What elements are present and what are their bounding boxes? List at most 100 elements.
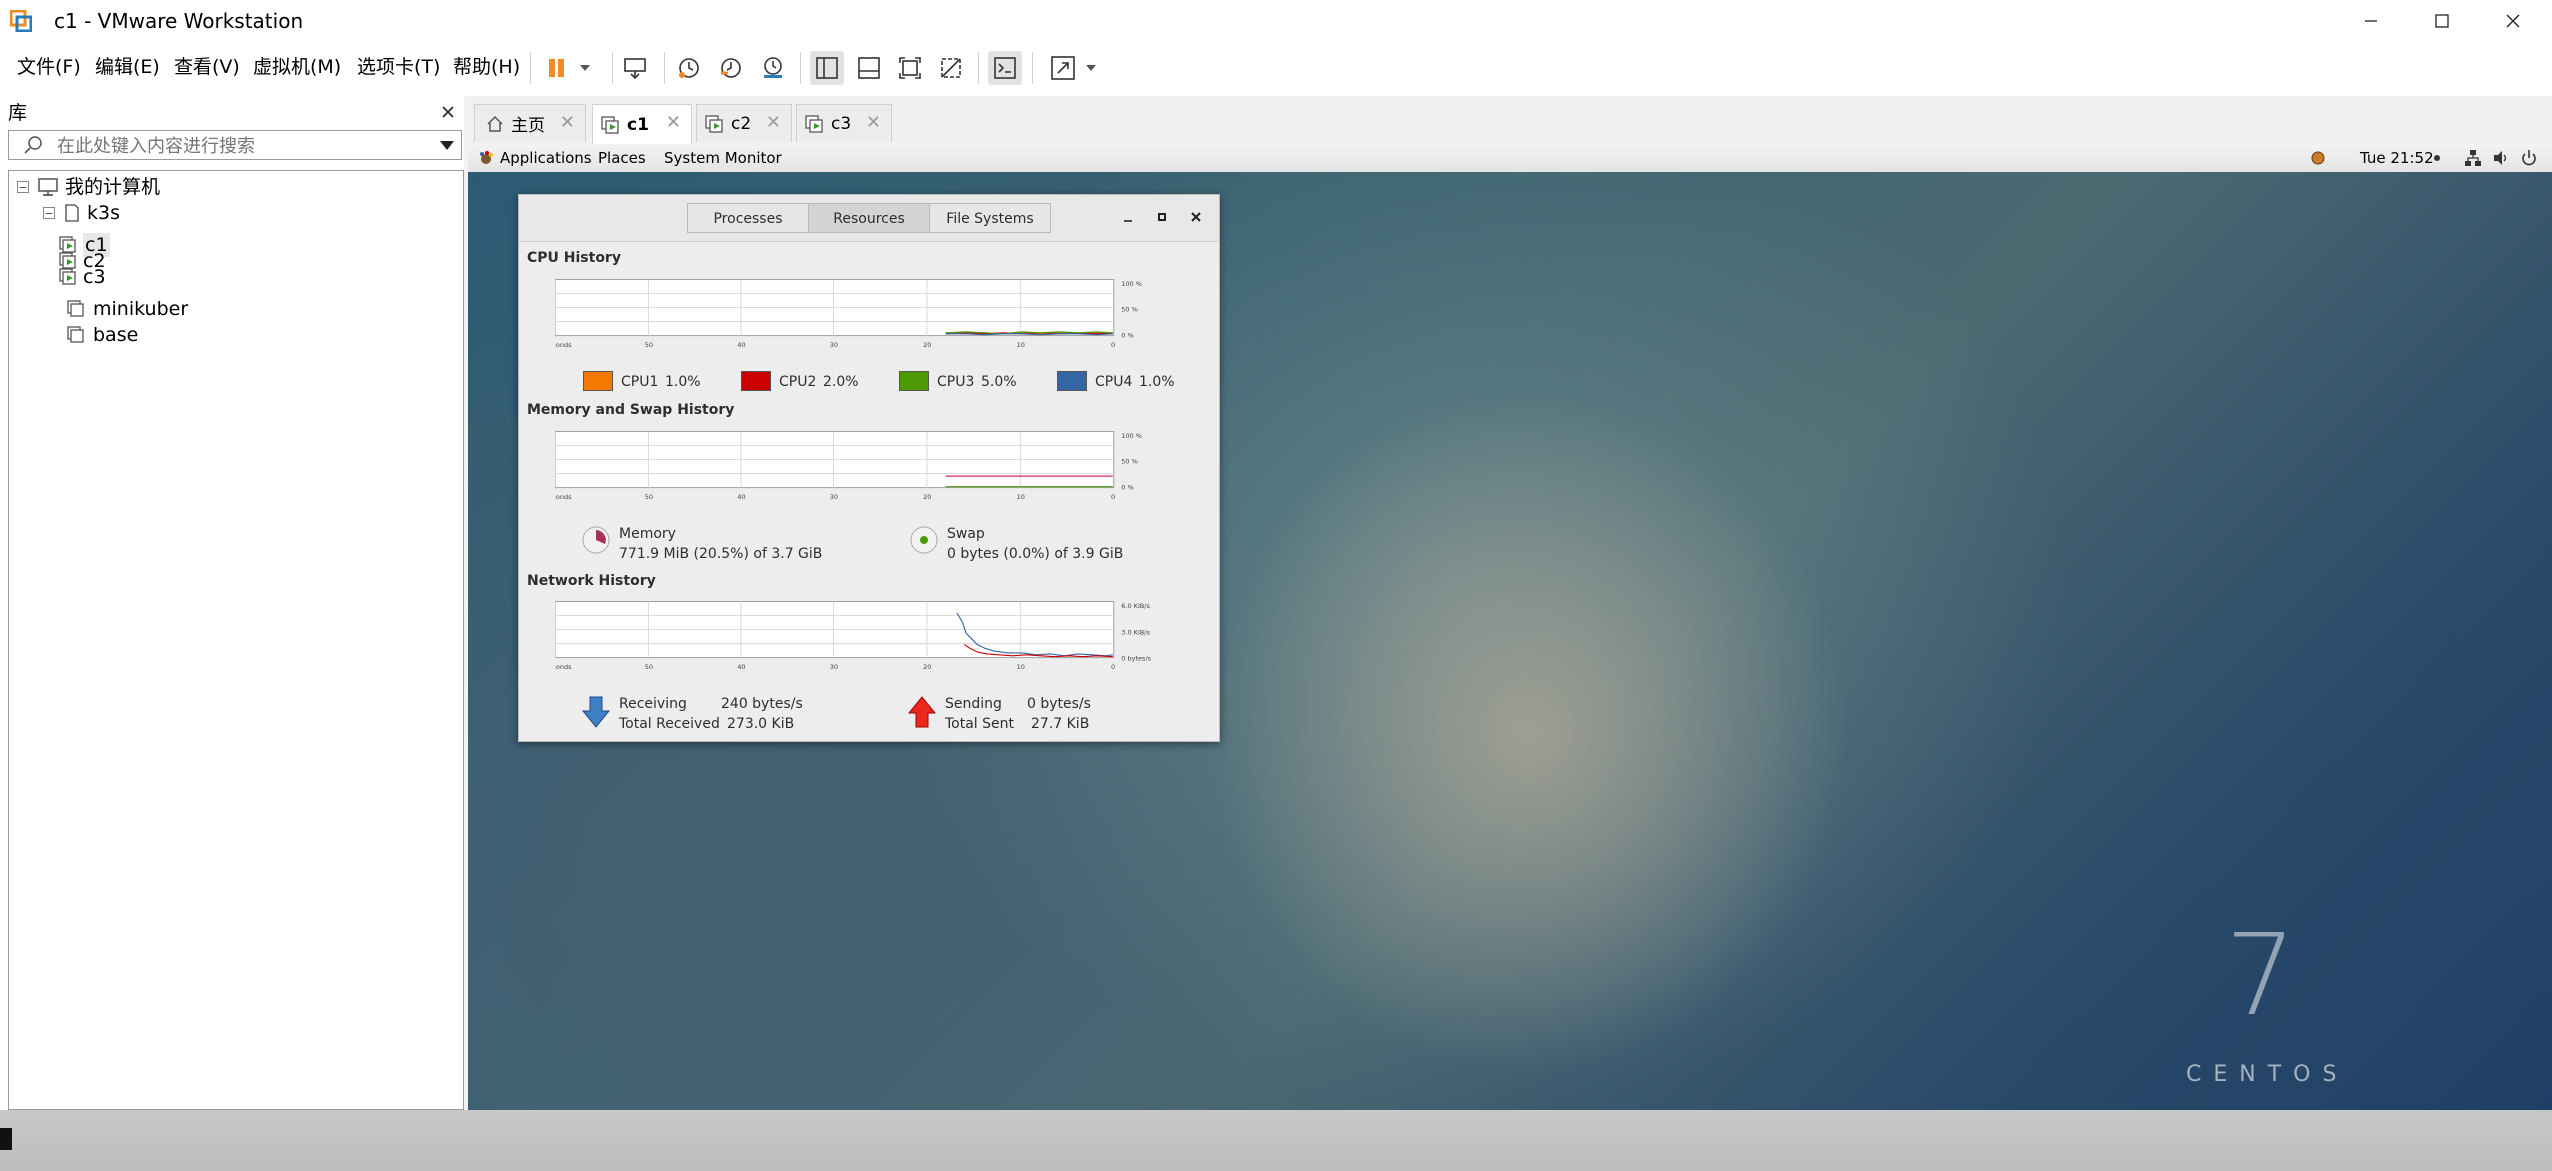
snapshot-button[interactable] bbox=[672, 51, 706, 85]
cpu2-color-swatch[interactable] bbox=[741, 371, 771, 391]
volume-icon[interactable] bbox=[2492, 149, 2510, 167]
cpu4-value: 1.0% bbox=[1139, 374, 1175, 390]
sm-close-button[interactable] bbox=[1183, 205, 1209, 231]
vm-guest-screen[interactable]: Applications Places System Monitor Tue 2… bbox=[468, 144, 2552, 1110]
x-tick: 40 bbox=[737, 493, 745, 501]
power-dropdown-button[interactable] bbox=[570, 51, 600, 85]
x-tick: 50 bbox=[645, 663, 653, 671]
tab-file-systems[interactable]: File Systems bbox=[929, 203, 1051, 233]
send-ctrl-alt-del-button[interactable] bbox=[618, 51, 652, 85]
cpu1-color-swatch[interactable] bbox=[583, 371, 613, 391]
memory-history-title: Memory and Swap History bbox=[527, 402, 735, 418]
power-icon[interactable] bbox=[2520, 149, 2538, 167]
y-tick: 6.0 KiB/s bbox=[1121, 602, 1150, 610]
library-search-input[interactable] bbox=[55, 133, 419, 159]
vm-tab-strip: 主页 ✕ c1 ✕ c2 ✕ c3 ✕ bbox=[468, 96, 2552, 144]
stretch-icon bbox=[1051, 56, 1075, 80]
y-tick: 0 bytes/s bbox=[1121, 654, 1151, 662]
clock[interactable]: Tue 21:52 bbox=[2360, 148, 2434, 168]
tree-item-my-computer[interactable]: − 我的计算机 bbox=[17, 175, 160, 199]
collapse-icon[interactable]: − bbox=[43, 207, 55, 219]
system-monitor-window: Processes Resources File Systems CPU His… bbox=[518, 194, 1220, 742]
tab-c1[interactable]: c1 ✕ bbox=[592, 104, 692, 144]
swap-value: 0 bytes (0.0%) of 3.9 GiB bbox=[947, 546, 1124, 562]
menu-vm[interactable]: 虚拟机(M) bbox=[253, 54, 341, 80]
swap-pie-icon[interactable] bbox=[909, 525, 939, 555]
vm-running-icon bbox=[601, 115, 619, 134]
notification-icon[interactable] bbox=[2310, 150, 2326, 166]
library-close-button[interactable] bbox=[440, 96, 456, 125]
cpu2-value: 2.0% bbox=[823, 374, 859, 390]
tab-close-button[interactable]: ✕ bbox=[766, 112, 781, 133]
x-tick: 50 bbox=[645, 341, 653, 349]
library-search-box[interactable] bbox=[8, 130, 462, 160]
stretch-dropdown-button[interactable] bbox=[1076, 51, 1106, 85]
clock-dot-icon bbox=[2434, 155, 2440, 161]
y-tick: 0 % bbox=[1121, 331, 1133, 339]
collapse-icon[interactable]: − bbox=[17, 181, 29, 193]
total-sent-label: Total Sent bbox=[945, 716, 1015, 732]
x-tick: 10 bbox=[1017, 341, 1025, 349]
cpu-history-graph: 100 % 50 % 0 % 60 seconds 50 40 30 20 10… bbox=[555, 279, 1142, 349]
vmware-app-icon bbox=[10, 10, 32, 32]
tree-item-base[interactable]: base bbox=[67, 323, 138, 347]
pause-icon bbox=[549, 59, 564, 77]
centos-logo-text: CENTOS bbox=[2186, 1062, 2349, 1087]
system-monitor-taskbar-item[interactable]: System Monitor bbox=[664, 148, 782, 168]
menu-edit[interactable]: 编辑(E) bbox=[95, 54, 160, 80]
thumbnail-bar-button[interactable] bbox=[852, 51, 886, 85]
tree-item-label: 我的计算机 bbox=[65, 176, 161, 198]
close-button[interactable] bbox=[2478, 0, 2548, 42]
x-tick: 30 bbox=[830, 341, 838, 349]
tab-c2[interactable]: c2 ✕ bbox=[696, 104, 792, 142]
tab-close-button[interactable]: ✕ bbox=[560, 112, 575, 133]
tab-close-button[interactable]: ✕ bbox=[666, 112, 681, 133]
unity-button[interactable] bbox=[934, 51, 968, 85]
cpu3-color-swatch[interactable] bbox=[899, 371, 929, 391]
revert-snapshot-button[interactable] bbox=[714, 51, 748, 85]
sm-maximize-button[interactable] bbox=[1149, 205, 1175, 231]
menu-view[interactable]: 查看(V) bbox=[174, 54, 240, 80]
x-tick: 0 bbox=[1111, 493, 1115, 501]
console-view-button[interactable] bbox=[988, 51, 1022, 85]
snapshot-manager-button[interactable] bbox=[756, 51, 790, 85]
tab-processes[interactable]: Processes bbox=[687, 203, 809, 233]
vm-running-icon bbox=[805, 114, 823, 133]
tree-item-c3[interactable]: c3 bbox=[59, 265, 106, 289]
chevron-down-icon[interactable] bbox=[439, 140, 455, 152]
tree-item-minikuber[interactable]: minikuber bbox=[67, 297, 188, 321]
tab-home[interactable]: 主页 ✕ bbox=[474, 104, 586, 142]
suspend-button[interactable] bbox=[540, 51, 574, 85]
x-tick: 20 bbox=[923, 663, 931, 671]
maximize-button[interactable] bbox=[2407, 0, 2477, 42]
tab-close-button[interactable]: ✕ bbox=[866, 112, 881, 133]
snapshot-manager-icon bbox=[764, 57, 782, 78]
full-screen-button[interactable] bbox=[893, 51, 927, 85]
toolbar-separator bbox=[664, 52, 665, 84]
minimize-button[interactable] bbox=[2336, 0, 2406, 42]
network-history-graph: 6.0 KiB/s 3.0 KiB/s 0 bytes/s 60 seconds… bbox=[555, 601, 1152, 671]
minimize-icon bbox=[2365, 20, 2377, 22]
tab-label: c3 bbox=[831, 113, 852, 134]
x-tick: 0 bbox=[1111, 663, 1115, 671]
stretch-guest-button[interactable] bbox=[1046, 51, 1080, 85]
memory-pie-icon[interactable] bbox=[581, 525, 611, 555]
applications-menu[interactable]: Applications bbox=[500, 148, 592, 168]
show-library-button[interactable] bbox=[810, 51, 844, 85]
tab-c3[interactable]: c3 ✕ bbox=[796, 104, 892, 142]
cpu2-label: CPU2 bbox=[779, 374, 817, 390]
sending-arrow-icon[interactable] bbox=[907, 695, 937, 729]
receiving-arrow-icon[interactable] bbox=[581, 695, 611, 729]
sm-minimize-button[interactable] bbox=[1115, 205, 1141, 231]
menu-help[interactable]: 帮助(H) bbox=[453, 54, 520, 80]
tree-item-k3s[interactable]: − k3s bbox=[43, 201, 120, 225]
tab-resources[interactable]: Resources bbox=[808, 203, 930, 233]
console-thumbnail-icon[interactable] bbox=[0, 1128, 14, 1152]
library-header: 库 bbox=[0, 96, 464, 126]
menu-file[interactable]: 文件(F) bbox=[17, 54, 81, 80]
places-menu[interactable]: Places bbox=[598, 148, 646, 168]
menu-tabs[interactable]: 选项卡(T) bbox=[357, 54, 440, 80]
cpu4-color-swatch[interactable] bbox=[1057, 371, 1087, 391]
network-icon[interactable] bbox=[2464, 149, 2482, 167]
tab-label: c1 bbox=[627, 114, 649, 135]
